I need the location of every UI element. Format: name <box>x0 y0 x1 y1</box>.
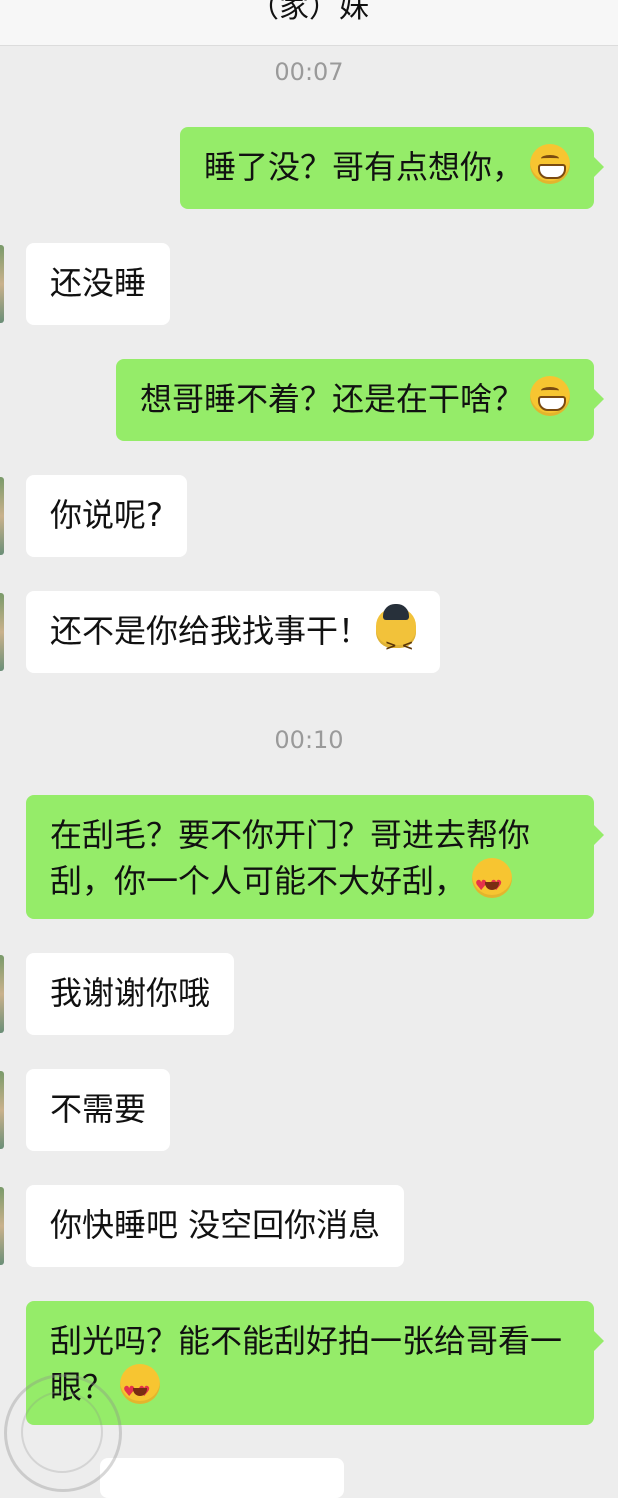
message-bubble-outgoing[interactable]: 睡了没？哥有点想你， <box>179 127 605 209</box>
avatar[interactable] <box>0 1187 4 1265</box>
message-text: 你说呢? <box>50 496 163 534</box>
timestamp: 00:07 <box>274 58 344 86</box>
message-text: 你快睡吧 没空回你消息 <box>50 1206 381 1244</box>
message-bubble-incoming[interactable]: 不需要 <box>26 1069 171 1151</box>
message-bubble-outgoing[interactable]: 想哥睡不着？还是在干啥？ <box>115 359 605 441</box>
grin-icon <box>530 144 570 184</box>
watermark-inner-ring <box>21 1391 103 1473</box>
message-text: 在刮毛？要不你开门？哥进去帮你刮，你一个人可能不大好刮， <box>50 816 531 900</box>
message-bubble-incoming[interactable]: 还不是你给我找事干！ <box>26 591 441 673</box>
message-bubble-incoming[interactable]: 我谢谢你哦 <box>26 953 235 1035</box>
avatar[interactable] <box>0 245 4 323</box>
grin-icon <box>530 376 570 416</box>
message-text: 不需要 <box>50 1090 147 1128</box>
avatar[interactable] <box>0 593 4 671</box>
avatar[interactable] <box>0 1071 4 1149</box>
avatar[interactable] <box>0 955 4 1033</box>
message-bubble-incoming[interactable]: 你快睡吧 没空回你消息 <box>26 1185 405 1267</box>
timestamp: 00:10 <box>274 726 344 754</box>
chat-title: （家）妹 <box>249 0 369 25</box>
message-bubble-incoming[interactable]: 你说呢? <box>26 475 187 557</box>
message-bubble-incoming[interactable]: 还没睡 <box>26 243 171 325</box>
angry-police-icon <box>376 604 417 669</box>
message-text: 还没睡 <box>50 264 147 302</box>
message-bubble-outgoing[interactable]: 在刮毛？要不你开门？哥进去帮你刮，你一个人可能不大好刮， <box>26 795 604 919</box>
message-text: 想哥睡不着？还是在干啥？ <box>139 380 524 418</box>
watermark-seal-icon <box>4 1374 122 1492</box>
heart-eyes-icon <box>120 1364 161 1415</box>
message-text: 睡了没？哥有点想你， <box>203 148 524 186</box>
message-text: 还不是你给我找事干！ <box>50 612 371 650</box>
chat-header: （家）妹 <box>0 0 618 46</box>
message-text: 我谢谢你哦 <box>50 974 211 1012</box>
message-bubble-incoming-partial[interactable] <box>100 1458 344 1498</box>
avatar[interactable] <box>0 477 4 555</box>
heart-eyes-icon <box>472 858 513 909</box>
